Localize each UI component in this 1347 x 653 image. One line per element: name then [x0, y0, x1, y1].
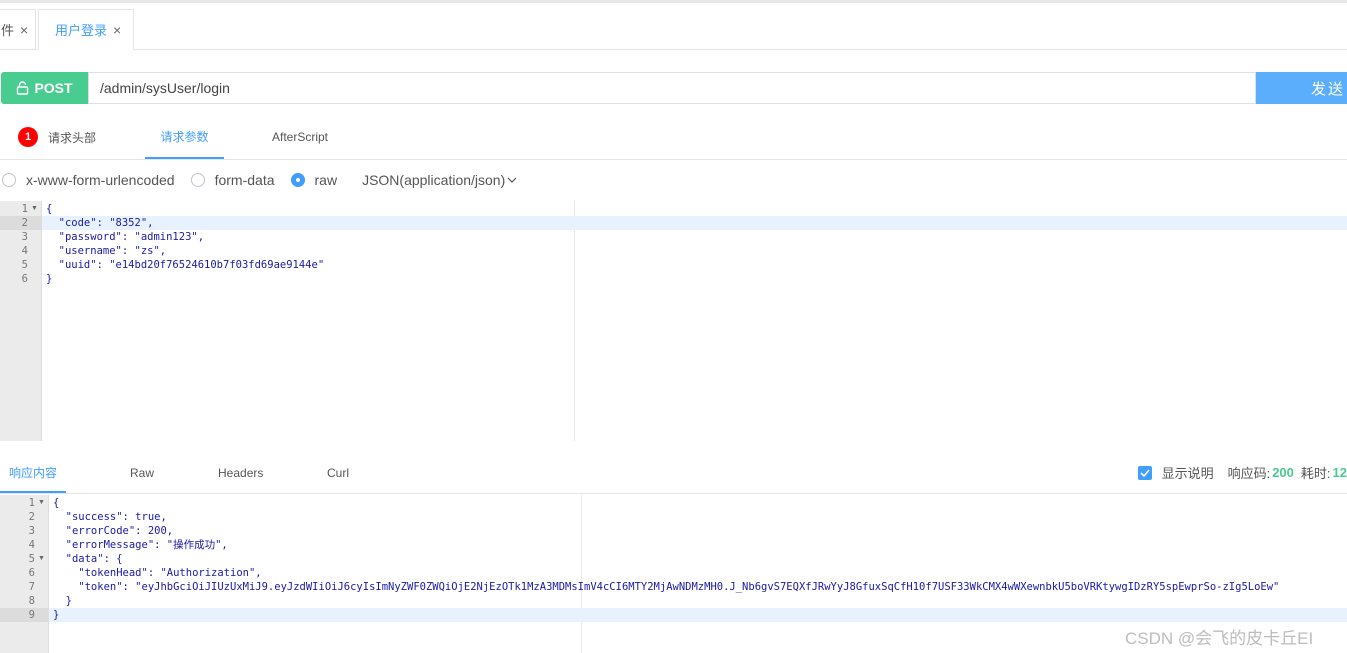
tab-after-script[interactable]: AfterScript [272, 116, 328, 158]
document-tabs: 件 × 用户登录 × [0, 3, 1347, 50]
show-description-label: 显示说明 [1161, 466, 1214, 481]
line-number: 2 [28, 511, 35, 523]
tab-label: 响应内容 [8, 465, 57, 480]
unlock-icon [17, 81, 29, 95]
line-number: 4 [28, 539, 35, 551]
response-tabs: 响应内容 Raw Headers Curl 显示说明 响应码: 200 耗时: … [0, 453, 1347, 494]
tab-label: 请求头部 [48, 130, 97, 145]
chevron-down-icon [507, 177, 517, 183]
radio-raw[interactable]: raw [290, 172, 338, 188]
print-margin [574, 201, 575, 441]
show-description-checkbox[interactable] [1137, 465, 1152, 480]
code-line: "token": "eyJhbGciOiJIUzUxMiJ9.eyJzdWIiO… [53, 581, 1280, 593]
tab-label: 件 [1, 23, 15, 38]
active-line-highlight [49, 608, 1347, 622]
line-number: 9 [28, 609, 35, 621]
line-number: 6 [28, 567, 35, 579]
line-number: 3 [21, 231, 28, 243]
radio-checked-icon [290, 173, 305, 187]
radio-circle-icon [190, 173, 205, 187]
line-number: 2 [21, 217, 28, 229]
radio-label: x-www-form-urlencoded [26, 172, 175, 188]
tab-curl[interactable]: Curl [327, 453, 349, 492]
request-body-editor[interactable]: 1 ▼ {2 "code": "8352", 3 "password": "admin… [0, 201, 1347, 441]
close-icon[interactable]: × [113, 22, 121, 38]
time-label: 耗时: [1300, 466, 1331, 481]
tab-headers[interactable]: Headers [218, 453, 263, 492]
line-number: 1 [21, 203, 28, 215]
tab-user-login[interactable]: 用户登录 × [38, 9, 134, 50]
tab-label: Raw [130, 465, 155, 480]
code-line: "tokenHead": "Authorization", [53, 567, 262, 579]
status-code: 200 [1272, 465, 1294, 480]
radio-form-data[interactable]: form-data [190, 172, 275, 188]
tab-raw[interactable]: Raw [130, 453, 154, 492]
tab-label: 用户登录 [55, 23, 108, 38]
radio-label: raw [314, 172, 338, 188]
code-line: "errorCode": 200, [53, 525, 174, 537]
line-number: 5 [21, 259, 28, 271]
code-line: } [46, 273, 53, 285]
tab-label: Curl [327, 465, 350, 480]
method-button[interactable]: POST [1, 72, 88, 104]
select-value: JSON(application/json) [362, 172, 506, 188]
line-number: 8 [28, 595, 35, 607]
body-type-selector: x-www-form-urlencoded form-data raw JSON… [0, 168, 1347, 192]
code-line: { [46, 203, 53, 215]
code-line: { [53, 497, 60, 509]
response-meta: 显示说明 响应码: 200 耗时: 12 [1137, 453, 1347, 492]
url-value: /admin/sysUser/login [100, 80, 230, 96]
line-number: 1 [28, 497, 35, 509]
check-icon [1139, 468, 1150, 477]
code-line: "username": "zs", [46, 245, 167, 257]
line-number: 4 [21, 245, 28, 257]
line-number: 6 [21, 273, 28, 285]
code-line: "data": { [53, 553, 123, 565]
line-number: 7 [28, 581, 35, 593]
radio-label: form-data [214, 172, 275, 188]
method-label: POST [34, 80, 73, 96]
status-label: 响应码: [1227, 466, 1271, 481]
tab-response-content[interactable]: 响应内容 [0, 453, 66, 493]
fold-arrow-icon[interactable]: ▼ [38, 552, 45, 566]
code-line: } [53, 609, 60, 621]
tab-request-params[interactable]: 请求参数 [145, 116, 224, 159]
code-line: "success": true, [53, 511, 167, 523]
radio-circle-icon [2, 173, 16, 187]
code-line: "password": "admin123", [46, 231, 205, 243]
code-line: "uuid": "e14bd20f76524610b7f03fd69ae9144… [46, 259, 325, 271]
tab-label: AfterScript [272, 130, 329, 144]
tab-request-headers[interactable]: 1 请求头部 [18, 116, 96, 158]
line-number: 5 [28, 553, 35, 565]
request-tabs: 1 请求头部 请求参数 AfterScript [0, 116, 1347, 160]
fold-arrow-icon[interactable]: ▼ [38, 496, 45, 510]
tab-previous[interactable]: 件 × [0, 9, 36, 49]
tab-label: Headers [218, 465, 264, 480]
url-input[interactable]: /admin/sysUser/login [88, 72, 1256, 104]
line-number: 3 [28, 525, 35, 537]
count-badge: 1 [18, 127, 38, 147]
radio-x-www-form-urlencoded[interactable]: x-www-form-urlencoded [2, 172, 175, 188]
send-button[interactable]: 发送 [1256, 72, 1347, 104]
close-icon[interactable]: × [20, 22, 28, 38]
fold-arrow-icon[interactable]: ▼ [31, 202, 38, 216]
code-line: "code": "8352", [46, 217, 154, 229]
active-line-highlight [42, 216, 1347, 230]
print-margin [581, 495, 582, 653]
code-line: "errorMessage": "操作成功", [53, 539, 228, 551]
content-type-select[interactable]: JSON(application/json) [362, 172, 517, 188]
watermark: CSDN @会飞的皮卡丘EI [1125, 629, 1314, 648]
time-value: 12 [1332, 465, 1347, 480]
tab-label: 请求参数 [160, 130, 209, 144]
code-line: } [53, 595, 72, 607]
